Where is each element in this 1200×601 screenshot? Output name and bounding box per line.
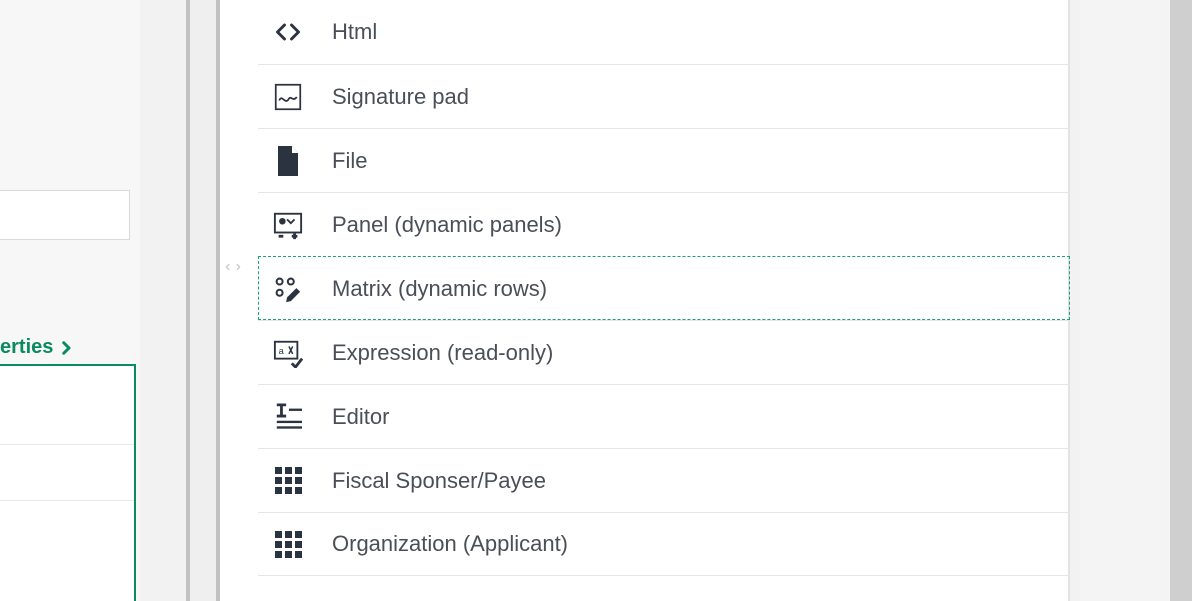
toolbox-item-matrixdynamic[interactable]: Matrix (dynamic rows) <box>258 256 1070 320</box>
file-icon <box>272 145 304 177</box>
grid-icon <box>272 528 304 560</box>
editor-icon <box>272 401 304 433</box>
properties-tab[interactable]: erties <box>0 336 88 359</box>
toolbox-item-label: Editor <box>332 404 389 430</box>
chevron-right-icon <box>57 339 75 357</box>
designer-canvas: Html Signature pad Fil <box>186 0 1070 601</box>
toolbox-item-editor[interactable]: Editor <box>258 384 1070 448</box>
canvas-left-gutter <box>186 0 220 601</box>
toolbox-item-signaturepad[interactable]: Signature pad <box>258 64 1070 128</box>
toolbox-item-label: Expression (read-only) <box>332 340 553 366</box>
panel-dynamic-icon <box>272 209 304 241</box>
toolbox-item-label: Panel (dynamic panels) <box>332 212 562 238</box>
html-icon <box>272 16 304 48</box>
toolbox-item-label: Html <box>332 19 377 45</box>
toolbox-item-label: Matrix (dynamic rows) <box>332 276 547 302</box>
properties-panel-body <box>0 364 136 601</box>
toolbox-item-label: Fiscal Sponser/Payee <box>332 468 546 494</box>
matrix-dynamic-icon <box>272 273 304 305</box>
toolbox-item-expression[interactable]: a Expression (read-only) <box>258 320 1070 384</box>
right-edge <box>1192 0 1200 601</box>
grid-icon <box>272 465 304 497</box>
drag-handle-icon[interactable] <box>223 259 243 275</box>
toolbox-item-fiscalsponser[interactable]: Fiscal Sponser/Payee <box>258 448 1070 512</box>
toolbox-item-paneldynamic[interactable]: Panel (dynamic panels) <box>258 192 1070 256</box>
toolbox-item-label: Organization (Applicant) <box>332 531 568 557</box>
properties-tab-label: erties <box>0 336 53 359</box>
svg-text:a: a <box>279 345 285 355</box>
toolbox-item-label: File <box>332 148 367 174</box>
canvas-body: Html Signature pad Fil <box>220 0 1070 601</box>
toolbox-item-organization[interactable]: Organization (Applicant) <box>258 512 1070 576</box>
text-input-partial[interactable] <box>0 190 130 240</box>
expression-icon: a <box>272 337 304 369</box>
signature-icon <box>272 81 304 113</box>
vertical-scrollbar[interactable] <box>1170 0 1192 601</box>
toolbox-item-label: Signature pad <box>332 84 469 110</box>
toolbox-item-file[interactable]: File <box>258 128 1070 192</box>
toolbox-item-html[interactable]: Html <box>258 0 1070 64</box>
properties-panel: erties <box>0 0 140 601</box>
toolbox-list: Html Signature pad Fil <box>258 0 1070 576</box>
